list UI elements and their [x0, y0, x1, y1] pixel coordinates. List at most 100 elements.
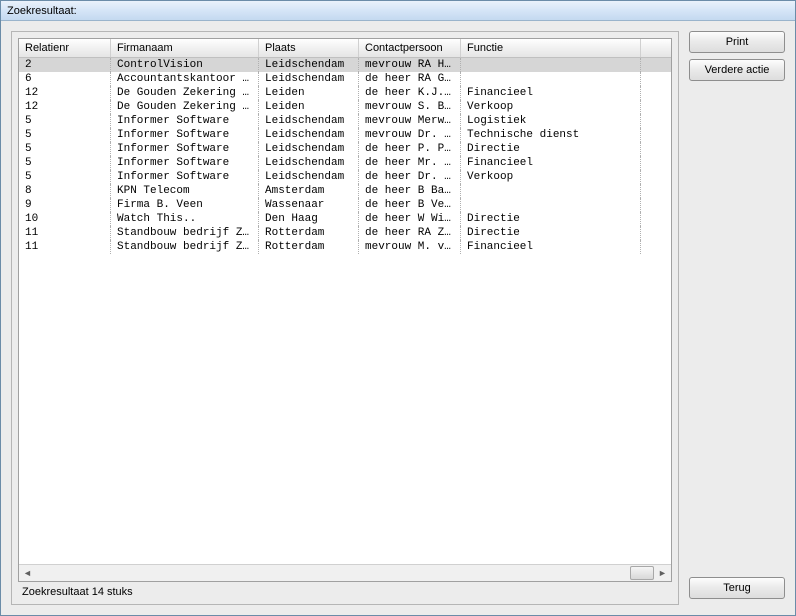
table-cell: Financieel [461, 240, 641, 254]
col-plaats[interactable]: Plaats [259, 39, 359, 57]
table-cell: Verkoop [461, 170, 641, 184]
table-cell: 5 [19, 156, 111, 170]
results-panel: Relatienr Firmanaam Plaats Contactpersoo… [11, 31, 679, 605]
table-cell: Wassenaar [259, 198, 359, 212]
table-cell: Rotterdam [259, 240, 359, 254]
table-row[interactable]: 2ControlVisionLeidschendammevrouw RA H..… [19, 58, 671, 72]
table-cell: Leidschendam [259, 142, 359, 156]
table-cell: de heer RA G... [359, 72, 461, 86]
table-cell: Informer Software [111, 170, 259, 184]
table-row[interactable]: 5Informer SoftwareLeidschendammevrouw Dr… [19, 128, 671, 142]
table-row[interactable]: 9Firma B. VeenWassenaarde heer B Veen [19, 198, 671, 212]
table-cell: de heer RA Z... [359, 226, 461, 240]
table-cell: de heer P. P... [359, 142, 461, 156]
table-cell: de heer Dr. ... [359, 170, 461, 184]
table-row[interactable]: 5Informer SoftwareLeidschendamde heer Dr… [19, 170, 671, 184]
table-cell: Leiden [259, 100, 359, 114]
table-cell: 5 [19, 142, 111, 156]
scroll-right-icon[interactable]: ► [654, 565, 671, 582]
table-cell: ControlVision [111, 58, 259, 72]
table-cell [461, 184, 641, 198]
table-cell: KPN Telecom [111, 184, 259, 198]
table-cell: Leidschendam [259, 170, 359, 184]
verdere-actie-button[interactable]: Verdere actie [689, 59, 785, 81]
table-cell: Leiden [259, 86, 359, 100]
table-cell [461, 198, 641, 212]
scroll-thumb[interactable] [630, 566, 654, 580]
table-cell: 6 [19, 72, 111, 86]
col-functie[interactable]: Functie [461, 39, 641, 57]
table-cell: Informer Software [111, 128, 259, 142]
table-cell: 12 [19, 100, 111, 114]
table-cell: mevrouw M. v... [359, 240, 461, 254]
terug-button[interactable]: Terug [689, 577, 785, 599]
table-cell: Informer Software [111, 156, 259, 170]
table-cell: 8 [19, 184, 111, 198]
table-cell: de heer B Ba... [359, 184, 461, 198]
table-cell: Rotterdam [259, 226, 359, 240]
table-row[interactable]: 5Informer SoftwareLeidschendammevrouw Me… [19, 114, 671, 128]
table-row[interactable]: 11Standbouw bedrijf Za...Rotterdammevrou… [19, 240, 671, 254]
table-row[interactable]: 6Accountantskantoor FBSLeidschendamde he… [19, 72, 671, 86]
table-cell: De Gouden Zekering C... [111, 86, 259, 100]
table-cell: 2 [19, 58, 111, 72]
table-cell: de heer K.J.... [359, 86, 461, 100]
table-cell: 11 [19, 240, 111, 254]
table-row[interactable]: 11Standbouw bedrijf Za...Rotterdamde hee… [19, 226, 671, 240]
scroll-track[interactable] [36, 565, 654, 581]
table-cell: Leidschendam [259, 58, 359, 72]
spacer [689, 87, 785, 577]
window-title: Zoekresultaat: [7, 5, 77, 17]
table-cell: Informer Software [111, 142, 259, 156]
table-cell: Verkoop [461, 100, 641, 114]
table-row[interactable]: 10Watch This..Den Haagde heer W Wi...Dir… [19, 212, 671, 226]
results-table: Relatienr Firmanaam Plaats Contactpersoo… [18, 38, 672, 582]
col-relatienr[interactable]: Relatienr [19, 39, 111, 57]
print-button[interactable]: Print [689, 31, 785, 53]
table-row[interactable]: 12De Gouden Zekering C...Leidenmevrouw S… [19, 100, 671, 114]
col-firmanaam[interactable]: Firmanaam [111, 39, 259, 57]
table-cell: mevrouw Merwede [359, 114, 461, 128]
status-bar: Zoekresultaat 14 stuks [18, 582, 672, 598]
table-row[interactable]: 8KPN TelecomAmsterdamde heer B Ba... [19, 184, 671, 198]
table-cell: De Gouden Zekering C... [111, 100, 259, 114]
table-cell: de heer W Wi... [359, 212, 461, 226]
table-cell: 10 [19, 212, 111, 226]
search-results-window: Zoekresultaat: Relatienr Firmanaam Plaat… [0, 0, 796, 616]
table-cell: Den Haag [259, 212, 359, 226]
table-cell: Leidschendam [259, 128, 359, 142]
table-cell: 5 [19, 114, 111, 128]
action-panel: Print Verdere actie Terug [689, 31, 785, 605]
table-body[interactable]: 2ControlVisionLeidschendammevrouw RA H..… [19, 58, 671, 564]
table-cell: Standbouw bedrijf Za... [111, 226, 259, 240]
table-cell: Accountantskantoor FBS [111, 72, 259, 86]
scroll-left-icon[interactable]: ◄ [19, 565, 36, 582]
table-cell: Informer Software [111, 114, 259, 128]
table-row[interactable]: 12De Gouden Zekering C...Leidende heer K… [19, 86, 671, 100]
table-row[interactable]: 5Informer SoftwareLeidschendamde heer P.… [19, 142, 671, 156]
table-cell: Amsterdam [259, 184, 359, 198]
table-cell: Technische dienst [461, 128, 641, 142]
table-cell: Directie [461, 226, 641, 240]
content-area: Relatienr Firmanaam Plaats Contactpersoo… [1, 21, 795, 615]
table-cell: Financieel [461, 156, 641, 170]
horizontal-scrollbar[interactable]: ◄ ► [19, 564, 671, 581]
table-cell: Directie [461, 212, 641, 226]
table-cell [461, 58, 641, 72]
table-cell: Financieel [461, 86, 641, 100]
table-cell: Logistiek [461, 114, 641, 128]
table-cell: Watch This.. [111, 212, 259, 226]
titlebar: Zoekresultaat: [1, 1, 795, 21]
table-cell [461, 72, 641, 86]
table-row[interactable]: 5Informer SoftwareLeidschendamde heer Mr… [19, 156, 671, 170]
table-header-row: Relatienr Firmanaam Plaats Contactpersoo… [19, 39, 671, 58]
table-cell: Directie [461, 142, 641, 156]
table-cell: de heer Mr. ... [359, 156, 461, 170]
table-cell: 9 [19, 198, 111, 212]
table-cell: mevrouw Dr. ... [359, 128, 461, 142]
table-cell: 5 [19, 170, 111, 184]
status-text: Zoekresultaat 14 stuks [22, 586, 133, 598]
col-contactpersoon[interactable]: Contactpersoon [359, 39, 461, 57]
table-cell: Leidschendam [259, 156, 359, 170]
table-cell: mevrouw S. B... [359, 100, 461, 114]
